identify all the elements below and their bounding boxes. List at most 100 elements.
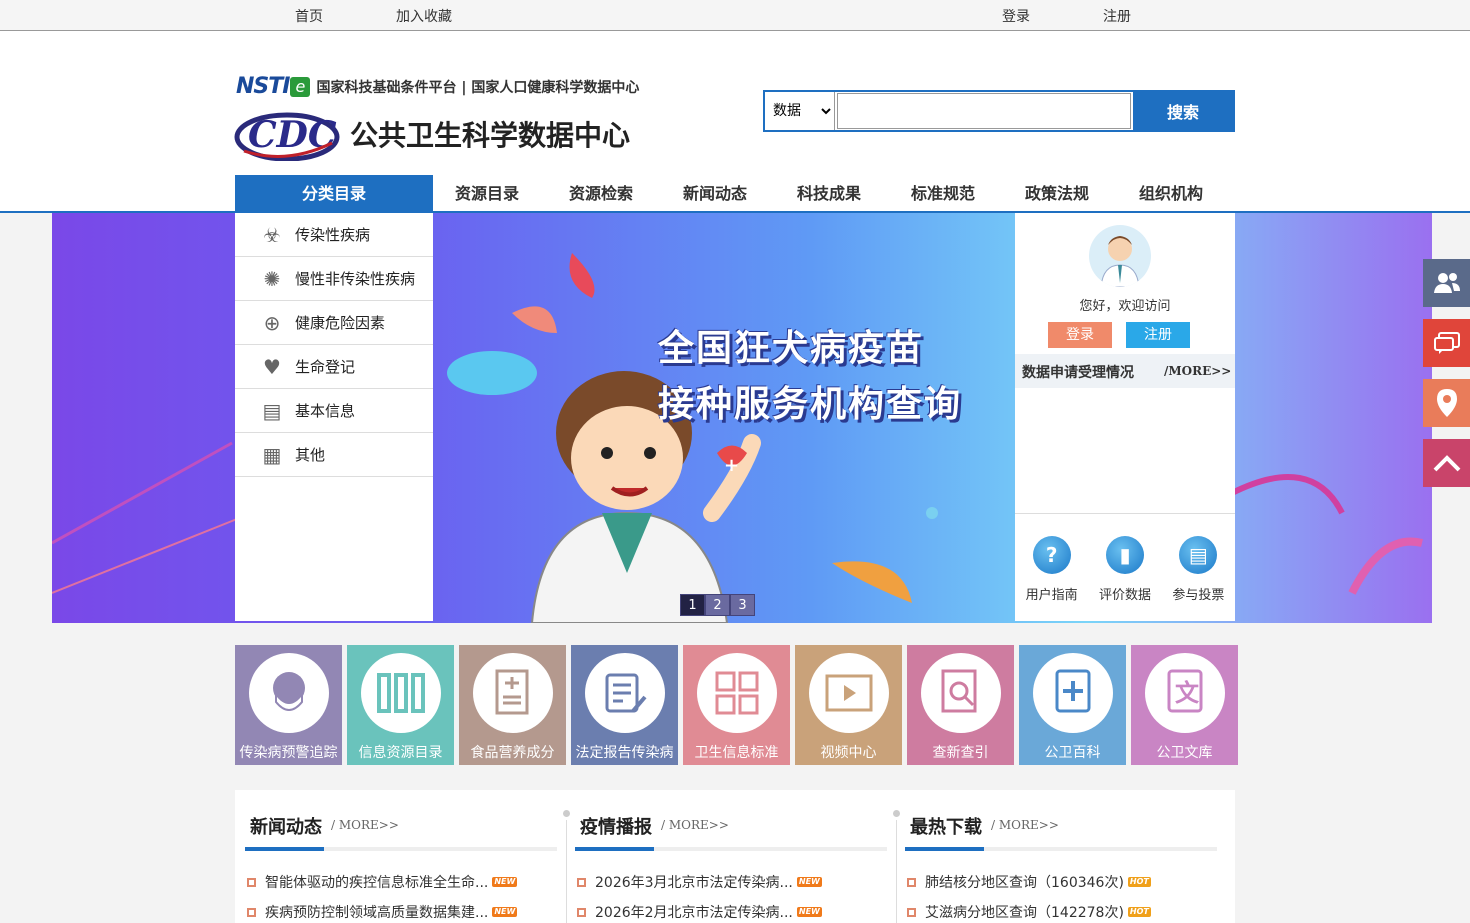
nav-category-catalog[interactable]: 分类目录 [235, 175, 433, 213]
chat-button[interactable] [1423, 319, 1470, 367]
top-login-link[interactable]: 登录 [1002, 6, 1030, 26]
back-to-top-button[interactable] [1423, 439, 1470, 487]
news-more-link[interactable]: / MORE>> [991, 818, 1059, 832]
nav-item-resource-catalog[interactable]: 资源目录 [430, 175, 544, 213]
sidebar-item-infectious[interactable]: ☣ 传染性疾病 [235, 213, 433, 257]
quick-link-guide[interactable]: ? 用户指南 [1026, 536, 1078, 621]
avatar [1089, 225, 1151, 287]
quick-link-label: 参与投票 [1172, 588, 1225, 603]
tile-health-standards[interactable]: 卫生信息标准 [683, 645, 790, 765]
sidebar-item-vital-registration[interactable]: ♥ 生命登记 [235, 345, 433, 389]
nav-item-standards[interactable]: 标准规范 [886, 175, 1000, 213]
list-item[interactable]: 肺结核分地区查询（160346次) HOT [907, 872, 1151, 892]
question-icon: ? [1032, 536, 1071, 574]
tile-label: 卫生信息标准 [694, 745, 779, 761]
tile-notifiable-diseases[interactable]: 法定报告传染病 [571, 645, 678, 765]
tile-label: 公卫文库 [1156, 745, 1213, 761]
tile-video-center[interactable]: 视频中心 [795, 645, 902, 765]
search-type-select[interactable]: 数据 [765, 92, 835, 130]
new-badge: NEW [796, 877, 822, 887]
svg-text:+: + [724, 455, 739, 476]
nav-item-resource-search[interactable]: 资源检索 [544, 175, 658, 213]
quick-link-vote[interactable]: ▤ 参与投票 [1172, 536, 1224, 621]
news-more-link[interactable]: / MORE>> [661, 818, 729, 832]
nav-item-organization[interactable]: 组织机构 [1114, 175, 1228, 213]
users-icon [1433, 273, 1460, 293]
data-apply-more-link[interactable]: /MORE>> [1164, 364, 1231, 378]
category-sidebar: ☣ 传染性疾病 ✺ 慢性非传染性疾病 ⊕ 健康危险因素 ♥ 生命登记 ▤ 基本信… [235, 213, 433, 621]
location-icon [1436, 389, 1457, 417]
list-item[interactable]: 2026年2月北京市法定传染病... NEW [577, 902, 822, 922]
search-button[interactable]: 搜索 [1133, 92, 1233, 130]
sidebar-item-chronic[interactable]: ✺ 慢性非传染性疾病 [235, 257, 433, 301]
list-item-text: 2026年3月北京市法定传染病... [595, 875, 793, 891]
banner-pager: 1 2 3 [680, 594, 755, 616]
home-link[interactable]: 首页 [295, 6, 323, 26]
register-button[interactable]: 注册 [1126, 322, 1190, 348]
quick-link-rate-data[interactable]: ▮ 评价数据 [1099, 536, 1151, 621]
login-button[interactable]: 登录 [1048, 322, 1112, 348]
nav-item-news[interactable]: 新闻动态 [658, 175, 772, 213]
top-bar: 首页 加入收藏 登录 注册 [0, 0, 1470, 31]
sidebar-item-other[interactable]: ▦ 其他 [235, 433, 433, 477]
feature-tiles: 传染病预警追踪 信息资源目录 食品营养成分 法定报告传染病 卫生信息标准 视频中… [235, 645, 1238, 765]
tile-outbreak-tracking[interactable]: 传染病预警追踪 [235, 645, 342, 765]
list-item[interactable]: 疾病预防控制领域高质量数据集建... NEW [247, 902, 518, 922]
list-item[interactable]: 智能体驱动的疾控信息标准全生命... NEW [247, 872, 518, 892]
welcome-text: 您好，欢迎访问 [1079, 299, 1171, 314]
tile-novelty-search[interactable]: 查新查引 [907, 645, 1014, 765]
report-icon [585, 653, 665, 733]
nsti-logo: NSTI [236, 74, 290, 99]
tile-label: 公卫百科 [1044, 745, 1101, 761]
search-bar: 数据 搜索 [763, 90, 1235, 132]
top-register-link[interactable]: 注册 [1103, 6, 1131, 26]
back-to-top-icon [1433, 455, 1460, 472]
banner-page-2[interactable]: 2 [705, 594, 730, 616]
document-icon: ▤ [262, 398, 282, 423]
sidebar-item-risk-factors[interactable]: ⊕ 健康危险因素 [235, 301, 433, 345]
site-logo[interactable]: CDC 公共卫生科学数据中心 [234, 107, 630, 161]
location-button[interactable] [1423, 379, 1470, 427]
cdc-logo-icon: CDC [234, 112, 340, 161]
tile-label: 查新查引 [932, 745, 989, 761]
nsti-e-icon: e [290, 76, 311, 97]
tile-food-nutrition[interactable]: 食品营养成分 [459, 645, 566, 765]
news-column-title: 新闻动态 [250, 817, 322, 838]
list-item-text: 2026年2月北京市法定传染病... [595, 905, 793, 921]
catalog-icon [361, 653, 441, 733]
platform-logo-row: NSTI e 国家科技基础条件平台 | 国家人口健康科学数据中心 [236, 74, 639, 99]
library-icon: 文 [1145, 653, 1225, 733]
tile-label: 法定报告传染病 [575, 745, 674, 761]
banner-page-1[interactable]: 1 [680, 594, 705, 616]
contact-users-button[interactable] [1423, 259, 1470, 307]
data-apply-title: 数据申请受理情况 [1022, 365, 1134, 381]
news-column-title: 最热下载 [910, 817, 982, 838]
hot-badge: HOT [1127, 877, 1151, 887]
medkit-icon: ⊕ [263, 310, 281, 335]
divider [575, 847, 887, 851]
tile-label: 信息资源目录 [358, 745, 443, 761]
news-more-link[interactable]: / MORE>> [331, 818, 399, 832]
tile-label: 传染病预警追踪 [239, 745, 338, 761]
tile-resource-catalog[interactable]: 信息资源目录 [347, 645, 454, 765]
nav-item-achievements[interactable]: 科技成果 [772, 175, 886, 213]
list-item[interactable]: 艾滋病分地区查询（142278次) HOT [907, 902, 1151, 922]
tile-label: 视频中心 [820, 745, 877, 761]
tile-public-health-wiki[interactable]: 公卫百科 [1019, 645, 1126, 765]
sidebar-item-basic-info[interactable]: ▤ 基本信息 [235, 389, 433, 433]
main-nav: 分类目录 资源目录 资源检索 新闻动态 科技成果 标准规范 政策法规 组织机构 [0, 175, 1470, 213]
banner-page-3[interactable]: 3 [730, 594, 755, 616]
search-input[interactable] [837, 93, 1131, 129]
biohazard-icon: ☣ [263, 222, 281, 247]
column-divider-dot [893, 810, 900, 817]
hot-badge: HOT [1127, 907, 1151, 917]
tile-public-health-library[interactable]: 文 公卫文库 [1131, 645, 1238, 765]
quick-link-label: 用户指南 [1025, 588, 1078, 603]
add-favorite-link[interactable]: 加入收藏 [396, 6, 452, 26]
list-item[interactable]: 2026年3月北京市法定传染病... NEW [577, 872, 822, 892]
search-doc-icon [921, 653, 1001, 733]
column-divider-dot [563, 810, 570, 817]
user-panel: 您好，欢迎访问 登录 注册 数据申请受理情况 /MORE>> ? 用户指南 ▮ … [1015, 213, 1235, 621]
nav-item-policies[interactable]: 政策法规 [1000, 175, 1114, 213]
platform-text: 国家科技基础条件平台 | 国家人口健康科学数据中心 [316, 79, 640, 96]
